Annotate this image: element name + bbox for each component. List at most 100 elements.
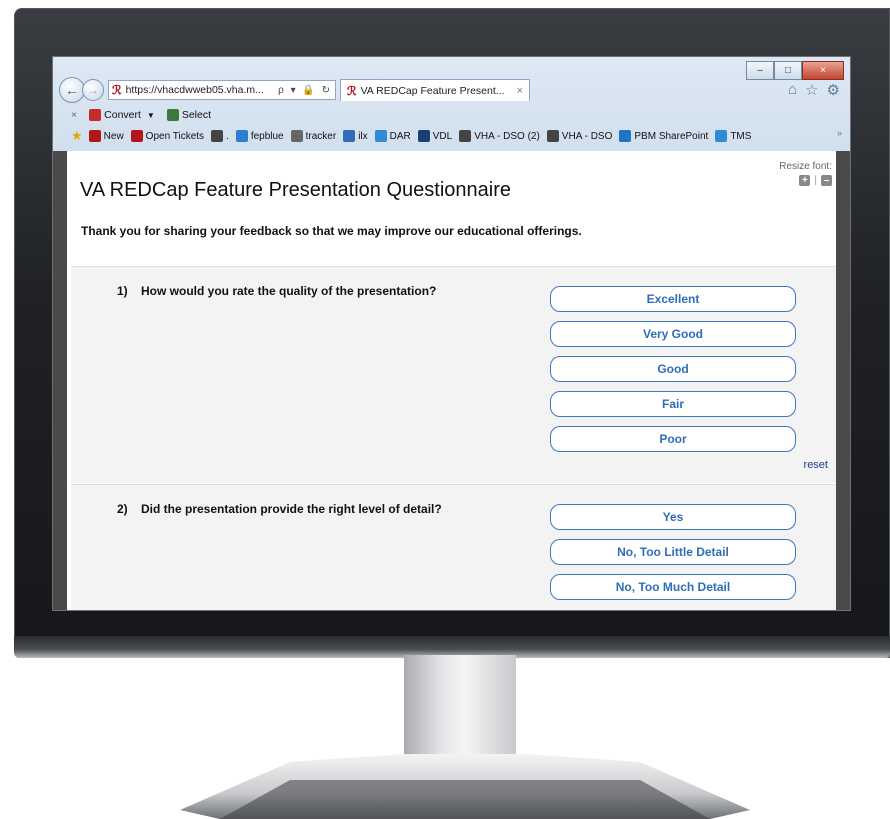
command-bar: × Convert ▼ Select (53, 106, 850, 124)
option-too-much-detail[interactable]: No, Too Much Detail (550, 574, 796, 600)
option-fair[interactable]: Fair (550, 391, 796, 417)
forward-button[interactable]: → (82, 79, 104, 101)
favorite-label: tracker (305, 130, 337, 142)
option-yes[interactable]: Yes (550, 504, 796, 530)
cloud-icon (546, 130, 559, 142)
option-excellent[interactable]: Excellent (550, 286, 796, 312)
favorite-item[interactable]: fepblue (235, 130, 284, 142)
ie-icon (715, 130, 728, 142)
favorites-overflow-icon[interactable]: » (837, 128, 842, 138)
question-1-label: How would you rate the quality of the pr… (141, 284, 437, 298)
font-decrease-button[interactable]: – (821, 175, 832, 186)
favorite-label: . (226, 130, 229, 142)
window-controls: – □ × (746, 61, 844, 80)
favorite-item[interactable]: . (211, 130, 229, 142)
favorite-item[interactable]: VHA - DSO (2) (459, 130, 540, 142)
tab-close-icon[interactable]: × (517, 85, 529, 97)
redcap-tab-icon: ℛ (347, 83, 357, 98)
tracker-icon (290, 130, 303, 142)
command-bar-close-icon[interactable]: × (71, 109, 77, 121)
star-icon[interactable]: ☆ (805, 81, 818, 99)
select-button[interactable]: Select (155, 108, 212, 122)
reset-link[interactable]: reset (804, 459, 828, 471)
pdf-icon (89, 109, 102, 122)
favorite-label: ilx (358, 130, 368, 142)
left-page-edge (53, 151, 67, 610)
close-window-button[interactable]: × (802, 61, 844, 80)
favorite-label: VDL (432, 130, 453, 142)
survey-title: VA REDCap Feature Presentation Questionn… (80, 179, 511, 201)
va-icon (417, 130, 430, 142)
convert-label: Convert (104, 108, 141, 121)
favorite-item[interactable]: Open Tickets (130, 130, 205, 142)
question-2-text: 2) Did the presentation provide the right… (117, 502, 442, 516)
tab-title: VA REDCap Feature Present... (360, 84, 505, 97)
sharepoint-icon (619, 130, 632, 142)
address-tools[interactable]: ρ ▾ 🔒 ↻ (278, 85, 335, 96)
favorite-item[interactable]: VDL (417, 130, 453, 142)
question-1: 1) How would you rate the quality of the … (71, 266, 836, 483)
maximize-button[interactable]: □ (774, 61, 802, 80)
question-2: 2) Did the presentation provide the right… (71, 484, 836, 610)
browser-chrome: – □ × ← → ℛ https://vhacdwweb05.vha.m...… (53, 57, 850, 157)
favorites-bar: ★ New Open Tickets. fepblue tracker ilx DAR VD… (53, 126, 850, 146)
option-too-little-detail[interactable]: No, Too Little Detail (550, 539, 796, 565)
resize-separator: | (814, 175, 817, 186)
survey-intro: Thank you for sharing your feedback so t… (81, 224, 582, 238)
gear-icon[interactable]: ⚙ (827, 81, 840, 99)
favorite-label: PBM SharePoint (634, 130, 709, 142)
chevron-down-icon: ▼ (146, 110, 155, 120)
favorite-label: New (103, 130, 124, 142)
option-good[interactable]: Good (550, 356, 796, 382)
screen: – □ × ← → ℛ https://vhacdwweb05.vha.m...… (52, 56, 851, 611)
question-1-number: 1) (117, 284, 128, 298)
home-icon[interactable]: ⌂ (788, 81, 797, 99)
redcap-favicon-icon: ℛ (112, 83, 122, 97)
address-url: https://vhacdwweb05.vha.m... (125, 84, 264, 96)
favorite-item[interactable]: TMS (715, 130, 751, 142)
option-very-good[interactable]: Very Good (550, 321, 796, 347)
favorite-item[interactable]: DAR (374, 130, 411, 142)
browser-right-icons: ⌂ ☆ ⚙ (788, 81, 840, 99)
question-2-label: Did the presentation provide the right l… (141, 502, 442, 516)
favorite-item[interactable]: tracker (290, 130, 337, 142)
cross-icon (235, 130, 248, 142)
shield-icon (343, 130, 356, 142)
favorite-label: TMS (730, 130, 752, 142)
navigation-row: ← → ℛ https://vhacdwweb05.vha.m... ρ ▾ 🔒… (59, 77, 550, 103)
favorite-label: DAR (389, 130, 411, 142)
favorite-item[interactable]: New (88, 130, 124, 142)
select-label: Select (181, 108, 212, 121)
convert-button[interactable]: Convert ▼ (89, 108, 155, 122)
favorite-label: fepblue (250, 130, 284, 142)
favorite-item[interactable]: ilx (343, 130, 368, 142)
resize-font-label: Resize font: (779, 161, 832, 172)
scrollbar[interactable] (836, 151, 850, 610)
favorites-star-icon[interactable]: ★ (71, 128, 83, 144)
cloud-icon (459, 130, 472, 142)
font-increase-button[interactable]: + (799, 175, 811, 186)
address-bar[interactable]: ℛ https://vhacdwweb05.vha.m... ρ ▾ 🔒 ↻ (108, 80, 336, 100)
favorite-label: VHA - DSO (561, 130, 613, 142)
favorite-item[interactable]: PBM SharePoint (619, 130, 708, 142)
ie-icon (374, 130, 387, 142)
back-arrow-icon: ← (65, 82, 79, 98)
survey-page: VA REDCap Feature Presentation Questionn… (67, 151, 836, 610)
new-tab-area[interactable] (530, 79, 550, 101)
tab-redcap-survey[interactable]: ℛ VA REDCap Feature Present... × (340, 79, 530, 101)
question-2-number: 2) (117, 502, 128, 516)
w-icon (211, 130, 224, 142)
monitor-stand-base (180, 754, 750, 819)
favorite-label: VHA - DSO (2) (474, 130, 540, 142)
redcap-icon (88, 130, 101, 142)
resize-font-control: Resize font: + | – (779, 161, 832, 186)
forward-arrow-icon: → (87, 83, 99, 97)
page-viewport: VA REDCap Feature Presentation Questionn… (53, 151, 850, 610)
favorite-label: Open Tickets (145, 130, 205, 142)
option-poor[interactable]: Poor (550, 426, 796, 452)
select-icon (166, 109, 179, 122)
favorite-item[interactable]: VHA - DSO (546, 130, 613, 142)
minimize-button[interactable]: – (746, 61, 774, 80)
redcap-icon (130, 130, 143, 142)
question-1-text: 1) How would you rate the quality of the … (117, 284, 436, 298)
